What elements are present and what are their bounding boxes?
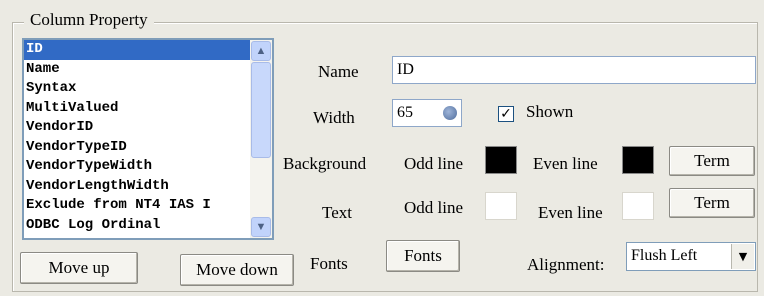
column-listbox[interactable]: ID Name Syntax MultiValued VendorID Vend… bbox=[22, 38, 274, 240]
term-bg-button[interactable]: Term bbox=[669, 146, 755, 176]
list-item[interactable]: ID bbox=[24, 40, 250, 60]
name-label: Name bbox=[318, 62, 359, 81]
scroll-thumb[interactable] bbox=[251, 62, 271, 158]
width-value: 65 bbox=[397, 104, 413, 121]
text-even-color-swatch[interactable] bbox=[622, 192, 654, 220]
list-item[interactable]: VendorTypeWidth bbox=[24, 157, 250, 177]
bg-odd-line-label: Odd line bbox=[404, 154, 464, 173]
scroll-down-icon[interactable]: ▼ bbox=[251, 217, 271, 237]
text-even-line-label: Even line bbox=[538, 203, 603, 222]
scroll-up-icon[interactable]: ▲ bbox=[251, 41, 271, 61]
alignment-label: Alignment: bbox=[527, 255, 605, 274]
list-item[interactable]: VendorID bbox=[24, 118, 250, 138]
width-label: Width bbox=[313, 108, 355, 127]
fonts-button[interactable]: Fonts bbox=[386, 240, 460, 272]
shown-checkbox[interactable]: ✓ bbox=[498, 106, 514, 122]
move-down-button[interactable]: Move down bbox=[180, 254, 294, 286]
background-label: Background bbox=[283, 154, 367, 173]
bg-even-color-swatch[interactable] bbox=[622, 146, 654, 174]
bg-odd-color-swatch[interactable] bbox=[485, 146, 517, 174]
shown-label: Shown bbox=[526, 102, 574, 121]
spin-icon[interactable] bbox=[443, 106, 457, 120]
term-text-button[interactable]: Term bbox=[669, 188, 755, 218]
alignment-value: Flush Left bbox=[631, 247, 698, 264]
alignment-select[interactable]: Flush Left ▼ bbox=[626, 242, 756, 271]
list-item[interactable]: VendorLengthWidth bbox=[24, 177, 250, 197]
text-odd-color-swatch[interactable] bbox=[485, 192, 517, 220]
text-label: Text bbox=[322, 203, 352, 222]
move-up-button[interactable]: Move up bbox=[20, 252, 138, 284]
column-list-items: ID Name Syntax MultiValued VendorID Vend… bbox=[24, 40, 250, 235]
list-item[interactable]: ODBC Log Ordinal bbox=[24, 216, 250, 236]
chevron-down-icon[interactable]: ▼ bbox=[731, 244, 754, 269]
list-item[interactable]: MultiValued bbox=[24, 99, 250, 119]
bg-even-line-label: Even line bbox=[533, 154, 598, 173]
text-odd-line-label: Odd line bbox=[404, 198, 464, 217]
list-item[interactable]: Exclude from NT4 IAS I bbox=[24, 196, 250, 216]
list-item[interactable]: Name bbox=[24, 60, 250, 80]
name-field[interactable]: ID bbox=[392, 56, 756, 84]
list-item[interactable]: Syntax bbox=[24, 79, 250, 99]
list-scrollbar[interactable]: ▲ ▼ bbox=[250, 40, 272, 238]
group-title: Column Property bbox=[24, 10, 154, 30]
list-item[interactable]: VendorTypeID bbox=[24, 138, 250, 158]
fonts-label: Fonts bbox=[310, 254, 348, 273]
